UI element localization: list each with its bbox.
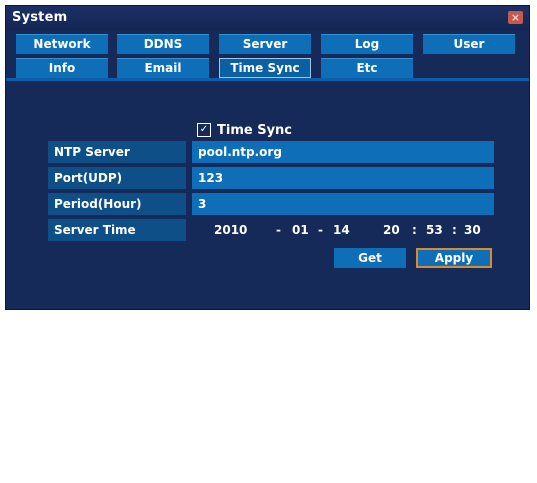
window-title: System <box>12 10 68 25</box>
tab-etc[interactable]: Etc <box>321 58 413 78</box>
server-time-minute[interactable]: 53 <box>426 219 443 241</box>
tab-user[interactable]: User <box>423 34 515 54</box>
period-label: Period(Hour) <box>48 193 186 215</box>
tab-ddns[interactable]: DDNS <box>117 34 209 54</box>
date-separator: - <box>318 223 323 237</box>
server-time-day[interactable]: 14 <box>333 219 350 241</box>
port-label: Port(UDP) <box>48 167 186 189</box>
server-time-year[interactable]: 2010 <box>214 219 247 241</box>
server-time-display: 2010 - 01 - 14 20 : 53 : 30 <box>192 219 494 241</box>
server-time-label: Server Time <box>48 219 186 241</box>
tab-network[interactable]: Network <box>16 34 108 54</box>
ntp-server-input[interactable]: pool.ntp.org <box>192 141 494 163</box>
tab-divider <box>6 78 529 81</box>
time-separator: : <box>452 223 457 237</box>
apply-button[interactable]: Apply <box>416 248 492 268</box>
time-separator: : <box>412 223 417 237</box>
date-separator: - <box>276 223 281 237</box>
server-time-month[interactable]: 01 <box>292 219 309 241</box>
get-button[interactable]: Get <box>334 248 406 268</box>
port-input[interactable]: 123 <box>192 167 494 189</box>
time-sync-toggle[interactable]: ✓ Time Sync <box>197 122 292 140</box>
server-time-second[interactable]: 30 <box>464 219 481 241</box>
close-icon[interactable]: × <box>508 11 523 24</box>
server-time-hour[interactable]: 20 <box>383 219 400 241</box>
checkbox-icon[interactable]: ✓ <box>197 122 211 137</box>
tab-log[interactable]: Log <box>321 34 413 54</box>
tab-server[interactable]: Server <box>219 34 311 54</box>
time-sync-label: Time Sync <box>217 123 293 138</box>
title-bar[interactable]: System × <box>6 6 529 30</box>
ntp-server-label: NTP Server <box>48 141 186 163</box>
tab-time-sync[interactable]: Time Sync <box>219 58 311 78</box>
tab-email[interactable]: Email <box>117 58 209 78</box>
period-input[interactable]: 3 <box>192 193 494 215</box>
system-window: System × Network DDNS Server Log User In… <box>5 5 530 310</box>
tab-info[interactable]: Info <box>16 58 108 78</box>
